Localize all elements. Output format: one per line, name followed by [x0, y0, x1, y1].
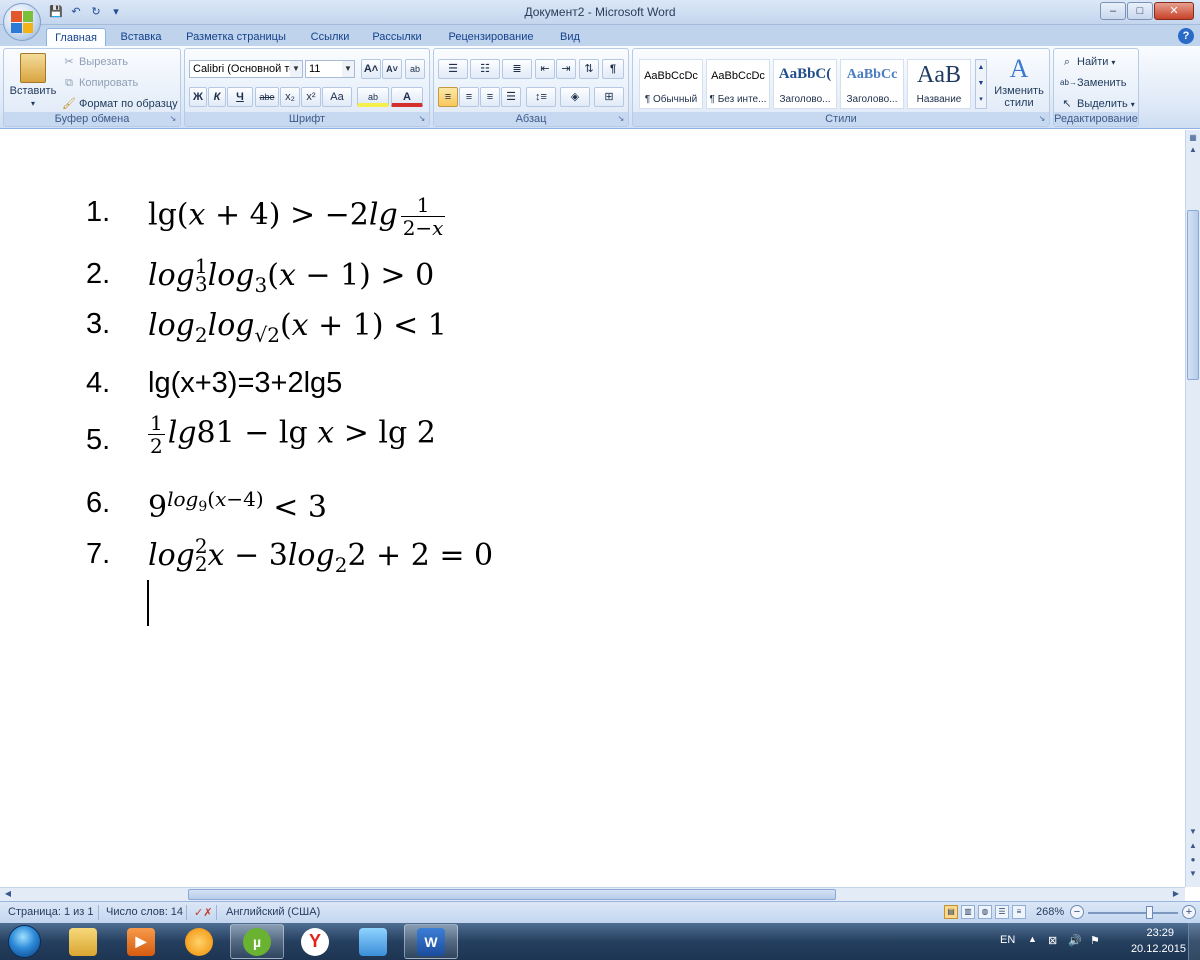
zoom-slider-thumb[interactable] — [1146, 906, 1153, 919]
change-styles-icon: A — [1009, 54, 1029, 83]
zoom-in-icon[interactable]: + — [1182, 905, 1196, 919]
equation-4[interactable]: lg(x+3)=3+2lg5 — [148, 367, 342, 400]
word-count[interactable]: Число слов: 14 — [106, 906, 183, 918]
status-bar: Страница: 1 из 1 Число слов: 14 ✓✗ Англи… — [0, 901, 1200, 923]
action-center-icon[interactable]: ⚑ — [1090, 934, 1100, 947]
word-icon: W — [417, 927, 445, 956]
find-button[interactable]: ⌕ Найти ▾ — [1060, 55, 1116, 69]
dialog-launcher-icon[interactable]: ↘ — [1037, 114, 1047, 124]
vertical-scroll-thumb[interactable] — [1187, 210, 1199, 380]
replace-button[interactable]: ab→ Заменить — [1060, 76, 1126, 90]
scissors-icon: ✂ — [64, 56, 74, 68]
text-cursor — [147, 580, 149, 626]
editing-group-label: Редактирование — [1054, 112, 1138, 126]
taskbar-word[interactable]: W — [404, 924, 458, 959]
previous-page-icon[interactable]: ▲ — [1187, 840, 1199, 852]
editing-group: ⌕ Найти ▾ ab→ Заменить ↖ Выделить ▾ Редакт… — [1053, 48, 1139, 127]
paste-button[interactable]: Вставить ▾ — [8, 53, 58, 108]
horizontal-scroll-thumb[interactable] — [188, 889, 836, 900]
equation-1[interactable]: lg(x + 4) > −2lg 1 2−x — [148, 194, 448, 239]
show-hidden-icons-icon[interactable]: ▲ — [1028, 934, 1037, 944]
orange-app-icon — [185, 927, 213, 956]
yandex-browser-icon: Y — [301, 927, 329, 956]
scroll-up-icon[interactable]: ▲ — [1187, 144, 1199, 156]
scroll-right-icon[interactable]: ▶ — [1170, 888, 1182, 900]
maximize-button[interactable]: □ — [1127, 2, 1153, 20]
help-icon[interactable]: ? — [1178, 28, 1194, 44]
clock-time[interactable]: 23:29 — [1146, 927, 1174, 939]
replace-icon: ab→ — [1060, 78, 1077, 87]
volume-icon[interactable]: 🔊 — [1068, 934, 1082, 947]
scroll-left-icon[interactable]: ◀ — [2, 888, 14, 900]
equation-2[interactable]: log 1 3 log3(x − 1) > 0 — [148, 256, 434, 297]
style-heading-2[interactable]: AaBbCc Заголово... — [840, 59, 904, 109]
copy-icon: ⧉ — [65, 77, 73, 89]
vertical-scrollbar[interactable]: ▦ ▲ ▼ ▲ ● ▼ — [1185, 130, 1200, 887]
equation-7[interactable]: log 2 2 x − 3log22 + 2 = 0 — [148, 536, 493, 577]
language-indicator[interactable]: Английский (США) — [226, 906, 320, 918]
folder-icon — [69, 927, 97, 956]
styles-scroll[interactable]: ▲ ▼ ▾ — [975, 59, 987, 109]
network-icon[interactable]: ⊠ — [1048, 934, 1057, 947]
binoculars-icon: ⌕ — [1063, 56, 1071, 68]
paintbrush-icon: 🖌 — [62, 98, 76, 110]
close-button[interactable]: ✕ — [1154, 2, 1194, 20]
taskbar-utorrent[interactable]: µ — [230, 924, 284, 959]
horizontal-scrollbar[interactable]: ◀ ▶ — [0, 887, 1185, 901]
taskbar-app-orange[interactable] — [172, 924, 226, 959]
outline-view-icon[interactable]: ☰ — [995, 905, 1009, 919]
image-viewer-icon — [359, 927, 387, 956]
print-layout-view-icon[interactable]: ▤ — [944, 905, 958, 919]
input-language[interactable]: EN — [1000, 934, 1015, 946]
zoom-out-icon[interactable]: − — [1070, 905, 1084, 919]
start-button[interactable] — [4, 923, 44, 960]
utorrent-icon: µ — [243, 927, 271, 956]
taskbar-yandex[interactable]: Y — [288, 924, 342, 959]
draft-view-icon[interactable]: ≡ — [1012, 905, 1026, 919]
full-screen-reading-icon[interactable]: ▥ — [961, 905, 975, 919]
select-browse-object-icon[interactable]: ● — [1187, 854, 1199, 866]
select-button[interactable]: ↖ Выделить ▾ — [1060, 97, 1134, 111]
equation-3[interactable]: log2log√2(x + 1) < 1 — [148, 308, 447, 347]
ruler-toggle-icon[interactable]: ▦ — [1187, 132, 1199, 144]
scroll-down-icon[interactable]: ▼ — [1187, 826, 1199, 838]
equation-5[interactable]: 1 2 lg81 − lg x > lg 2 — [148, 412, 436, 457]
taskbar-photo-viewer[interactable] — [346, 924, 400, 959]
zoom-level[interactable]: 268% — [1036, 906, 1064, 918]
style-title[interactable]: AaB Название — [907, 59, 971, 109]
taskbar-media-player[interactable]: ▶ — [114, 924, 168, 959]
office-button[interactable] — [3, 3, 41, 41]
equation-6[interactable]: 9log9(x−4) < 3 — [148, 487, 327, 525]
proofing-icon[interactable]: ✓✗ — [194, 906, 212, 919]
window-controls: – □ ✕ — [1100, 2, 1194, 20]
web-layout-icon[interactable]: ◍ — [978, 905, 992, 919]
clock-date[interactable]: 20.12.2015 — [1131, 943, 1186, 955]
minimize-button[interactable]: – — [1100, 2, 1126, 20]
page-count[interactable]: Страница: 1 из 1 — [8, 906, 94, 918]
media-player-icon: ▶ — [127, 927, 155, 956]
zoom-slider-track[interactable] — [1088, 912, 1178, 914]
system-tray: EN ▲ ⊠ 🔊 ⚑ 23:29 20.12.2015 — [980, 923, 1200, 960]
office-logo-icon — [11, 11, 33, 33]
taskbar-explorer[interactable] — [56, 924, 110, 959]
taskbar: ▶ µ Y W EN ▲ ⊠ 🔊 ⚑ 23:29 20.12.2015 — [0, 923, 1200, 960]
clipboard-icon — [20, 53, 46, 83]
equation-list: 1. lg(x + 4) > −2lg 1 2−x 2. log 1 3 log3(x −… — [86, 193, 494, 577]
show-desktop-button[interactable] — [1188, 923, 1200, 960]
change-styles-button[interactable]: A Изменить стили — [993, 54, 1045, 110]
windows-logo-icon — [8, 925, 41, 958]
next-page-icon[interactable]: ▼ — [1187, 868, 1199, 880]
cursor-arrow-icon: ↖ — [1062, 98, 1072, 110]
